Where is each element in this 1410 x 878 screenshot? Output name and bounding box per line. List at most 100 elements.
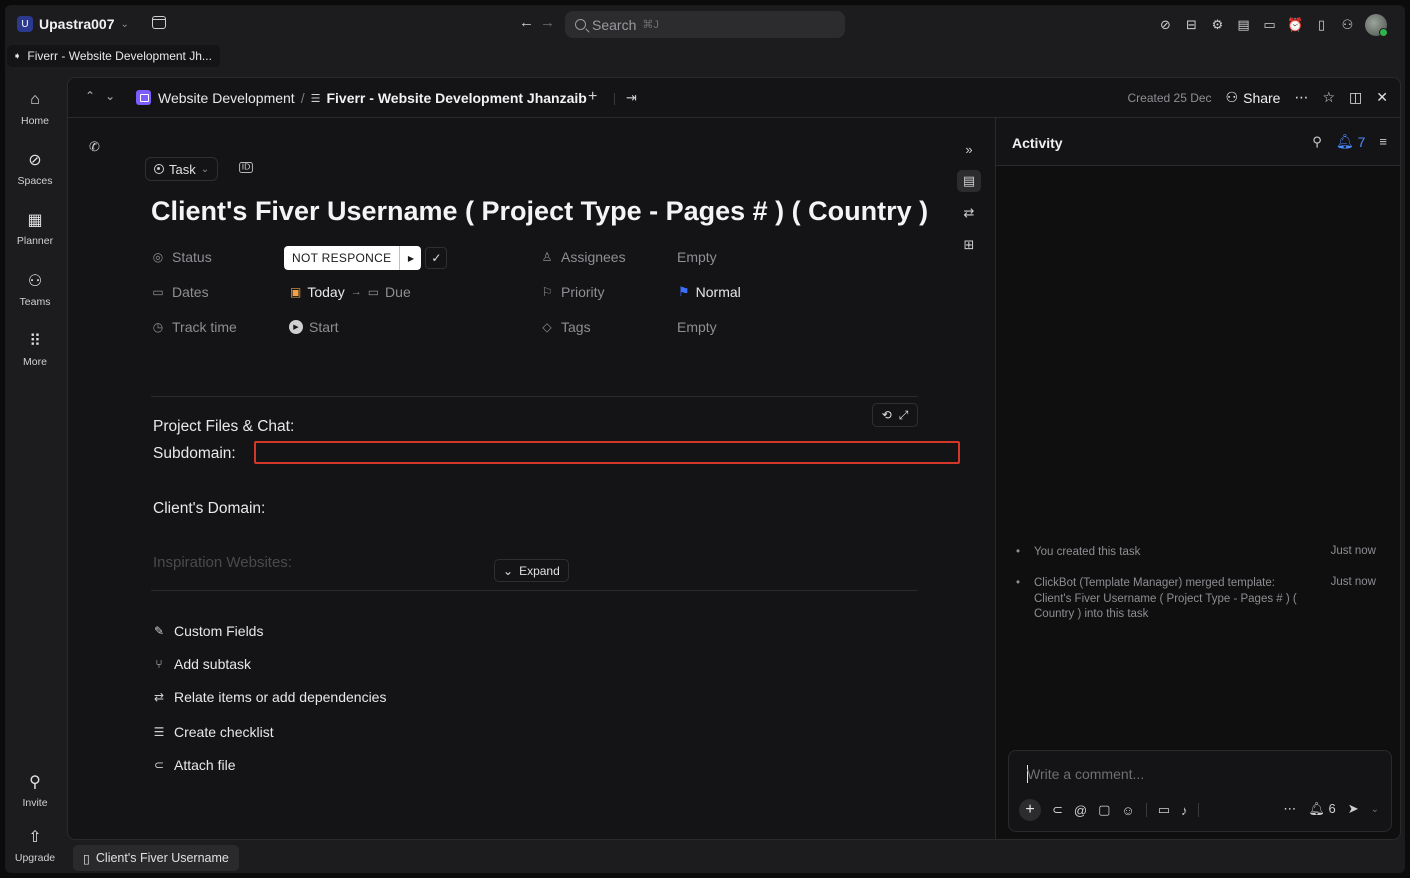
start-date[interactable]: Today <box>307 284 344 300</box>
start-calendar-icon: ▣ <box>290 285 302 299</box>
due-date[interactable]: Due <box>385 284 411 300</box>
apps-icon[interactable]: ⊞ <box>957 234 981 256</box>
description-line[interactable]: Client's Domain: <box>153 500 265 518</box>
notepad-icon[interactable]: ▤ <box>1235 17 1252 34</box>
add-subtask-label: Add subtask <box>174 656 252 672</box>
filter-icon[interactable]: ≡ <box>1379 134 1387 149</box>
inbox-icon[interactable]: ⊟ <box>1183 17 1200 34</box>
history-icon[interactable]: ⟲ <box>882 408 892 422</box>
create-checklist-button[interactable]: ☰ Create checklist <box>152 724 274 740</box>
rail-more[interactable]: ⠿ More <box>5 330 65 368</box>
grid-dots-icon: ⠿ <box>29 333 41 350</box>
breadcrumb-list[interactable]: Fiverr - Website Development Jhanzaib <box>326 90 586 106</box>
add-icon[interactable]: + <box>1019 799 1041 821</box>
attach-file-button[interactable]: ⊂ Attach file <box>152 757 236 773</box>
assignees-field-label: ♙ Assignees <box>540 249 626 265</box>
tags-value[interactable]: Empty <box>677 319 717 335</box>
description-line[interactable]: Project Files & Chat: <box>153 418 294 436</box>
move-out-icon[interactable]: ⇥ <box>626 90 637 106</box>
relate-items-button[interactable]: ⇄ Relate items or add dependencies <box>152 689 387 705</box>
share-button[interactable]: ⚇ Share <box>1226 89 1281 106</box>
comment-input[interactable]: Write a comment... + ⊂ @ ▢ ☺ ▭ ♪ ⋯ 🔔︎ 6 … <box>1008 750 1392 832</box>
more-icon[interactable]: ⋯ <box>1294 89 1308 106</box>
add-icon[interactable]: + <box>588 88 597 106</box>
rail-teams[interactable]: ⚇ Teams <box>5 270 65 308</box>
relationship-icon[interactable]: ⇄ <box>957 202 981 224</box>
microphone-icon[interactable]: ♪ <box>1181 803 1188 818</box>
breadcrumb-space[interactable]: Website Development <box>158 90 295 106</box>
record-clip-icon[interactable]: ▭ <box>1261 17 1278 34</box>
collapse-panel-icon[interactable]: » <box>957 138 981 160</box>
dates-field-label: ▭ Dates <box>151 284 208 300</box>
chevron-up-icon[interactable]: ⌃ <box>85 89 105 103</box>
task-title[interactable]: Client's Fiver Username ( Project Type -… <box>151 196 928 227</box>
priority-value[interactable]: ⚑ Normal <box>678 284 741 300</box>
rail-home-label: Home <box>20 115 49 127</box>
space-icon <box>136 90 151 105</box>
back-arrow-icon[interactable]: ← <box>519 14 540 31</box>
share-people-icon: ⚇ <box>1225 89 1239 105</box>
comment-icon[interactable]: ▤ <box>957 170 981 192</box>
subdomain-highlight[interactable] <box>254 441 960 464</box>
attach-label: Attach file <box>174 757 236 773</box>
star-icon[interactable]: ☆ <box>1322 89 1335 106</box>
forward-arrow-icon[interactable]: → <box>540 14 561 31</box>
rail-invite[interactable]: ⚲ Invite <box>5 771 65 809</box>
rail-home[interactable]: ⌂ Home <box>5 89 65 127</box>
dates-value[interactable]: ▣ Today → ▭ Due <box>290 284 411 300</box>
docs-icon[interactable]: ▯ <box>1313 17 1330 34</box>
more-icon[interactable]: ⋯ <box>1283 801 1296 817</box>
track-time-label-text: Track time <box>172 319 237 335</box>
status-field-label: ◎ Status <box>151 249 212 265</box>
breadcrumb-actions: Created 25 Dec ⚇ Share ⋯ ☆ ◫ ✕ <box>1128 89 1389 106</box>
activity-text: You created this task <box>1034 546 1141 558</box>
chevron-down-icon: ⌄ <box>120 18 129 30</box>
workspace-switcher[interactable]: U Upastra007 ⌄ <box>11 12 135 36</box>
task-type-selector[interactable]: Task ⌄ <box>145 157 219 181</box>
user-avatar[interactable] <box>1365 14 1388 37</box>
chevron-down-icon[interactable]: ⌄ <box>1371 804 1379 815</box>
send-icon[interactable]: ➤ <box>1348 801 1359 817</box>
phone-icon[interactable]: ✆ <box>89 139 100 155</box>
task-panel: ⌃⌄ Website Development / ☰ Fiverr - Webs… <box>67 77 1401 840</box>
chevron-down-icon[interactable]: ⌄ <box>105 89 125 103</box>
editor-toolbar: ⟲ ⤢ <box>872 403 918 427</box>
close-icon[interactable]: ✕ <box>1376 89 1388 106</box>
create-task-icon[interactable]: ⊘ <box>1157 17 1174 34</box>
paperclip-icon[interactable]: ⊂ <box>1052 802 1063 818</box>
people-icon[interactable]: ⚇ <box>1339 17 1356 34</box>
status-selector[interactable]: NOT RESPONCE ▶ ✓ <box>284 246 448 270</box>
expand-button[interactable]: ⌄ Expand <box>494 559 569 582</box>
search-icon[interactable]: ⚲ <box>1312 134 1322 150</box>
next-status-icon[interactable]: ▶ <box>399 246 422 270</box>
video-record-icon[interactable]: ▭ <box>1158 802 1170 818</box>
expand-icon[interactable]: ⤢ <box>899 408 909 423</box>
rail-planner[interactable]: ▦ Planner <box>5 209 65 247</box>
tag-icon: ◇ <box>542 320 552 334</box>
mention-icon[interactable]: @ <box>1074 803 1087 818</box>
watchers-button[interactable]: 🔔︎ 6 <box>1308 801 1335 817</box>
alarm-icon[interactable]: ⏰ <box>1287 17 1304 34</box>
track-time-start[interactable]: ▶ Start <box>289 319 339 335</box>
notifications-button[interactable]: 🔔︎ 7 <box>1336 133 1366 150</box>
rail-spaces[interactable]: ⊘ Spaces <box>5 149 65 187</box>
layout-icon[interactable]: ◫ <box>1349 89 1362 106</box>
minimized-task-tab[interactable]: ▯ Client's Fiver Username <box>73 845 239 871</box>
description-line[interactable]: Subdomain: <box>153 445 236 463</box>
calendar-icon[interactable] <box>152 16 166 29</box>
rail-upgrade[interactable]: ⇧ Upgrade <box>5 826 65 864</box>
ai-icon[interactable]: ⚙ <box>1209 17 1226 34</box>
search-input[interactable]: Search ⌘J <box>565 11 845 38</box>
emoji-icon[interactable]: ☺ <box>1121 803 1134 818</box>
divider <box>1198 803 1200 817</box>
task-id-icon[interactable]: ID <box>239 161 253 174</box>
checklist-icon: ☰ <box>153 725 165 739</box>
custom-fields-button[interactable]: ✎ Custom Fields <box>152 623 264 639</box>
add-subtask-button[interactable]: ⑂ Add subtask <box>152 656 251 672</box>
bookmark-tab[interactable]: ➧ Fiverr - Website Development Jh... <box>7 45 220 67</box>
activity-toolbar: ⚲ 🔔︎ 7 ≡ <box>1312 133 1387 150</box>
assignees-value[interactable]: Empty <box>677 249 717 265</box>
complete-check-icon[interactable]: ✓ <box>425 247 448 269</box>
assign-comment-icon[interactable]: ▢ <box>1098 802 1110 818</box>
status-badge[interactable]: NOT RESPONCE <box>284 246 400 270</box>
